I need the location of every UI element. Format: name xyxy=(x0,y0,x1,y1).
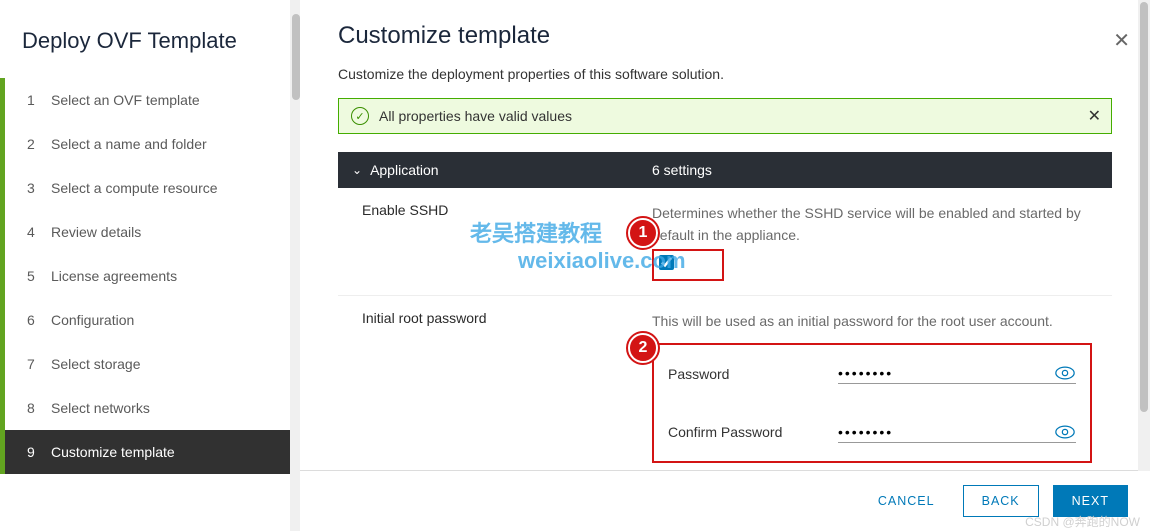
main-panel: ✕ Customize template Customize the deplo… xyxy=(300,0,1150,531)
step-label: Review details xyxy=(51,224,141,240)
step-label: Select an OVF template xyxy=(51,92,200,108)
step-number: 4 xyxy=(27,224,51,240)
section-name: Application xyxy=(370,162,439,178)
wizard-step-networks[interactable]: 8 Select networks xyxy=(0,386,299,430)
wizard-step-storage[interactable]: 7 Select storage xyxy=(0,342,299,386)
password-label: Password xyxy=(668,363,838,385)
setting-enable-sshd: Enable SSHD Determines whether the SSHD … xyxy=(338,188,1112,296)
step-label: Configuration xyxy=(51,312,134,328)
password-input[interactable] xyxy=(838,365,1046,381)
alert-close-icon[interactable]: ✕ xyxy=(1088,106,1101,126)
page-subtitle: Customize the deployment properties of t… xyxy=(338,66,1112,82)
alert-text: All properties have valid values xyxy=(379,108,572,124)
step-number: 1 xyxy=(27,92,51,108)
wizard-step-name-folder[interactable]: 2 Select a name and folder xyxy=(0,122,299,166)
step-number: 5 xyxy=(27,268,51,284)
step-label: Select a name and folder xyxy=(51,136,207,152)
page-title: Customize template xyxy=(338,22,1112,50)
step-number: 9 xyxy=(27,444,51,460)
scrollbar-thumb[interactable] xyxy=(1140,2,1148,412)
step-number: 6 xyxy=(27,312,51,328)
scrollbar-thumb[interactable] xyxy=(292,14,300,100)
wizard-steps-list: 1 Select an OVF template 2 Select a name… xyxy=(0,78,299,474)
setting-label: Enable SSHD xyxy=(362,202,652,281)
step-label: License agreements xyxy=(51,268,177,284)
callout-badge-1: 1 xyxy=(628,218,658,248)
csdn-watermark: CSDN @奔跑的NOW xyxy=(1025,513,1140,530)
step-label: Select a compute resource xyxy=(51,180,218,196)
checkmark-icon: ✓ xyxy=(351,107,369,125)
wizard-step-license[interactable]: 5 License agreements xyxy=(0,254,299,298)
confirm-password-label: Confirm Password xyxy=(668,421,838,443)
wizard-step-customize-template[interactable]: 9 Customize template xyxy=(0,430,299,474)
sshd-checkbox[interactable] xyxy=(659,255,674,270)
step-label: Select networks xyxy=(51,400,150,416)
sshd-checkbox-highlight xyxy=(652,249,724,281)
setting-description: Determines whether the SSHD service will… xyxy=(652,202,1098,247)
wizard-footer: CANCEL BACK NEXT xyxy=(300,470,1150,531)
wizard-title: Deploy OVF Template xyxy=(0,20,299,78)
cancel-button[interactable]: CANCEL xyxy=(864,486,949,516)
step-number: 2 xyxy=(27,136,51,152)
callout-badge-2: 2 xyxy=(628,333,658,363)
step-label: Select storage xyxy=(51,356,141,372)
validation-alert: ✓ All properties have valid values ✕ xyxy=(338,98,1112,134)
wizard-step-select-ovf[interactable]: 1 Select an OVF template xyxy=(0,78,299,122)
step-number: 8 xyxy=(27,400,51,416)
wizard-sidebar: Deploy OVF Template 1 Select an OVF temp… xyxy=(0,0,300,531)
password-highlight-block: Password Confirm Password xyxy=(652,343,1092,464)
step-number: 3 xyxy=(27,180,51,196)
application-section-header[interactable]: ⌄ Application 6 settings xyxy=(338,152,1112,188)
show-password-icon[interactable] xyxy=(1054,365,1076,381)
wizard-step-compute-resource[interactable]: 3 Select a compute resource xyxy=(0,166,299,210)
step-label: Customize template xyxy=(51,444,175,460)
chevron-down-icon: ⌄ xyxy=(352,163,362,177)
setting-description: This will be used as an initial password… xyxy=(652,310,1098,332)
wizard-step-review-details[interactable]: 4 Review details xyxy=(0,210,299,254)
show-confirm-password-icon[interactable] xyxy=(1054,424,1076,440)
setting-root-password: Initial root password This will be used … xyxy=(338,296,1112,470)
setting-label: Initial root password xyxy=(362,310,652,463)
wizard-step-configuration[interactable]: 6 Configuration xyxy=(0,298,299,342)
step-number: 7 xyxy=(27,356,51,372)
section-settings-count: 6 settings xyxy=(652,162,712,178)
confirm-password-input[interactable] xyxy=(838,424,1046,440)
main-scrollbar[interactable] xyxy=(1138,0,1150,471)
